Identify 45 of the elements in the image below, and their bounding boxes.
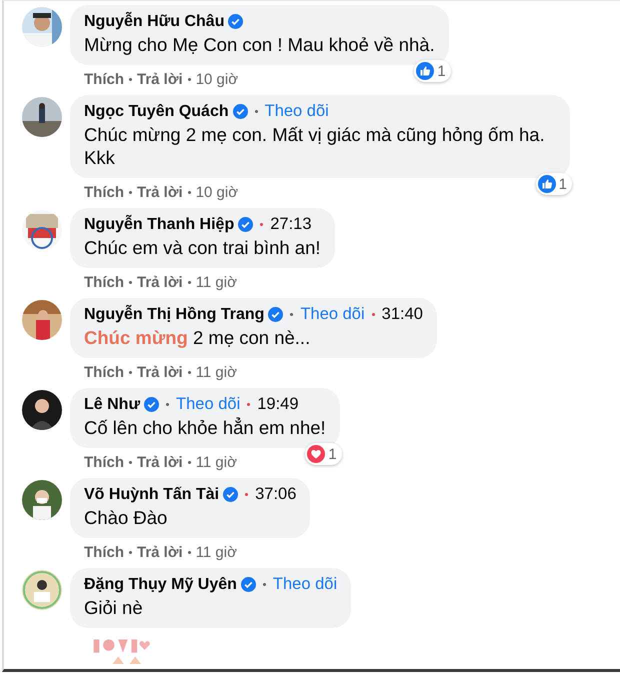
follow-link[interactable]: Theo dõi bbox=[176, 395, 240, 414]
follow-link[interactable]: Theo dõi bbox=[300, 305, 365, 324]
follow-link[interactable]: Theo dõi bbox=[272, 575, 338, 594]
reaction-count[interactable]: 1 bbox=[305, 443, 342, 465]
comment-age[interactable]: 10 giờ bbox=[196, 71, 238, 88]
thumbs-up-icon bbox=[538, 175, 556, 193]
comment-age[interactable]: 10 giờ bbox=[196, 184, 238, 201]
thumbs-up-icon bbox=[416, 62, 434, 80]
like-link[interactable]: Thích bbox=[84, 454, 124, 471]
comment-age[interactable]: 11 giờ bbox=[196, 544, 237, 561]
like-link[interactable]: Thích bbox=[84, 184, 124, 201]
reply-link[interactable]: Trả lời bbox=[137, 184, 183, 201]
comment-text: Giỏi nè bbox=[84, 596, 144, 619]
reply-link[interactable]: Trả lời bbox=[137, 454, 183, 471]
like-link[interactable]: Thích bbox=[84, 274, 124, 291]
comment-text: Chúc em và con trai bình an! bbox=[84, 236, 321, 259]
author-name[interactable]: Đặng Thụy Mỹ Uyên bbox=[84, 575, 237, 594]
comment-text: Mừng cho Mẹ Con con ! Mau khoẻ về nhà. bbox=[84, 33, 435, 56]
reaction-count[interactable]: 1 bbox=[536, 173, 572, 195]
timestamp[interactable]: 37:06 bbox=[255, 485, 296, 504]
author-name[interactable]: Nguyễn Hữu Châu bbox=[84, 12, 224, 31]
author-name[interactable]: Võ Huỳnh Tấn Tài bbox=[84, 485, 220, 504]
reply-link[interactable]: Trả lời bbox=[137, 544, 183, 561]
author-name[interactable]: Ngọc Tuyên Quách bbox=[84, 102, 229, 121]
comment-age[interactable]: 11 giờ bbox=[196, 454, 237, 471]
comment-text: Cố lên cho khỏe hẳn em nhe! bbox=[84, 416, 326, 439]
like-link[interactable]: Thích bbox=[84, 71, 124, 88]
reply-link[interactable]: Trả lời bbox=[137, 71, 183, 88]
comment-age[interactable]: 11 giờ bbox=[196, 274, 237, 291]
follow-link[interactable]: Theo dõi bbox=[264, 102, 329, 121]
comment-text: Chúc mừng 2 mẹ con nè... bbox=[84, 326, 312, 349]
comment-age[interactable]: 11 giờ bbox=[196, 364, 237, 381]
reply-link[interactable]: Trả lời bbox=[137, 364, 183, 381]
like-link[interactable]: Thích bbox=[84, 544, 124, 561]
timestamp[interactable]: 31:40 bbox=[382, 305, 423, 324]
timestamp[interactable]: 27:13 bbox=[270, 215, 312, 234]
author-name[interactable]: Nguyễn Thị Hồng Trang bbox=[84, 305, 264, 324]
comment-text: Chào Đào bbox=[84, 506, 168, 529]
reaction-count[interactable]: 1 bbox=[414, 60, 451, 82]
timestamp[interactable]: 19:49 bbox=[257, 395, 299, 414]
author-name[interactable]: Nguyễn Thanh Hiệp bbox=[84, 215, 234, 234]
comment-text: Chúc mừng 2 mẹ con. Mất vị giác mà cũng hỏng ốm ha. Kkk bbox=[84, 123, 546, 169]
author-name[interactable]: Lê Như bbox=[84, 395, 140, 414]
reply-link[interactable]: Trả lời bbox=[137, 274, 183, 291]
like-link[interactable]: Thích bbox=[84, 364, 124, 381]
